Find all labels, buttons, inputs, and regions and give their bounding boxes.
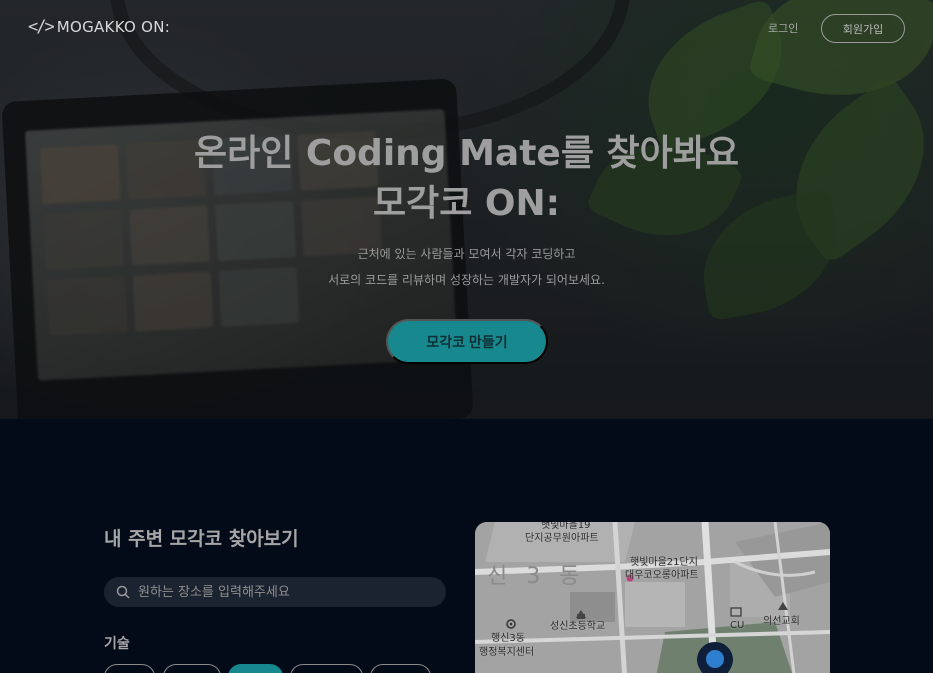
logo-text: MOGAKKO ON: (56, 18, 171, 36)
tech-chip-selected[interactable] (228, 664, 283, 673)
map-place-label: 의선교회 (763, 616, 800, 627)
location-search-input[interactable] (138, 584, 428, 600)
hero-subtitle-line2: 서로의 코드를 리뷰하며 성장하는 개발자가 되어보세요. (328, 273, 605, 287)
login-link[interactable]: 로그인 (768, 20, 798, 36)
map-place-label: 햇빛마을21단지 (630, 557, 698, 568)
create-mogakko-button[interactable]: 모각코 만들기 (386, 319, 548, 364)
hero-banner: </> MOGAKKO ON: 로그인 회원가입 온라인 Coding Mate… (0, 0, 933, 419)
search-box[interactable] (104, 577, 446, 607)
map-place-label: CU (730, 620, 745, 631)
map-place-label: 행신3동 (491, 633, 525, 644)
tech-chip[interactable] (163, 664, 221, 673)
tech-chip[interactable] (370, 664, 431, 673)
code-brackets-icon: </> (28, 17, 55, 37)
map-place-label: 햇빛마을19 (541, 522, 591, 531)
tech-chip[interactable] (290, 664, 363, 673)
map-pin-icon[interactable] (697, 642, 733, 673)
signup-button[interactable]: 회원가입 (821, 14, 905, 43)
map-area-label: 신 3 동 (487, 564, 586, 589)
nearby-map[interactable]: 신 3 동 햇빛마을19 단지공무원아파트 햇빛마을21단지 대우코오롱아파트 … (475, 522, 830, 673)
hero-title-line2: 모각코 ON: (372, 183, 561, 224)
map-place-label: 단지공무원아파트 (525, 533, 599, 544)
map-place-label: 행정복지센터 (479, 647, 535, 658)
tech-chip[interactable] (104, 664, 155, 673)
logo[interactable]: </> MOGAKKO ON: (28, 17, 170, 37)
section-title: 내 주변 모각코 찾아보기 (104, 528, 299, 550)
tech-filter-label: 기술 (104, 636, 130, 652)
search-icon (116, 585, 130, 599)
hero-title-line1: 온라인 Coding Mate를 찾아봐요 (194, 133, 739, 174)
map-place-label: 성신초등학교 (550, 621, 606, 632)
map-place-label: 대우코오롱아파트 (625, 570, 699, 581)
hero-subtitle-line1: 근처에 있는 사람들과 모여서 각자 코딩하고 (357, 247, 576, 261)
